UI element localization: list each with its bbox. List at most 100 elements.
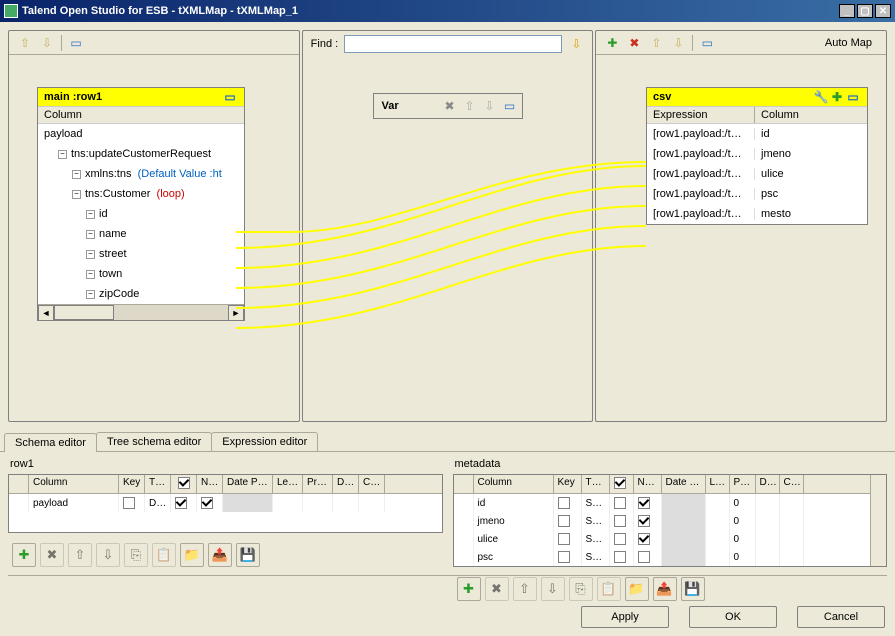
column-header: Column <box>755 107 867 123</box>
tree-node-zipcode: −zipCode <box>38 284 244 304</box>
scroll-thumb[interactable] <box>54 305 114 320</box>
schema-row: pscS…0 <box>454 548 871 566</box>
var-box: Var ✖ ⇧ ⇩ ▭ <box>373 93 523 119</box>
csv-row: [row1.payload:/t…ulice <box>647 164 867 184</box>
output-down-icon[interactable]: ⇩ <box>670 35 686 51</box>
tab-expression-editor[interactable]: Expression editor <box>211 432 318 451</box>
cancel-button[interactable]: Cancel <box>797 606 885 628</box>
save-button[interactable]: 💾 <box>681 577 705 601</box>
paste-button[interactable]: 📋 <box>152 543 176 567</box>
output-panel: ✚ ✖ ⇧ ⇩ ▭ Auto Map csv 🔧 ✚ ▭ Expression … <box>595 30 887 422</box>
schema-row: jmenoS…0 <box>454 512 871 530</box>
add-row-button[interactable]: ✚ <box>457 577 481 601</box>
save-button[interactable]: 💾 <box>236 543 260 567</box>
row-down-button[interactable]: ⇩ <box>96 543 120 567</box>
schema-row: payload D… <box>9 494 442 512</box>
collapse-icon[interactable]: − <box>86 290 95 299</box>
metadata-grid[interactable]: Column Key T… N… Date … L… P… D… C… idS…… <box>453 474 888 567</box>
column-header: Column <box>38 106 244 124</box>
auto-map-button[interactable]: Auto Map <box>819 35 878 51</box>
tree-node-customer: −tns:Customer (loop) <box>38 184 244 204</box>
add-row-button[interactable]: ✚ <box>12 543 36 567</box>
csv-row: [row1.payload:/t…psc <box>647 184 867 204</box>
collapse-icon[interactable]: − <box>86 250 95 259</box>
output-up-icon[interactable]: ⇧ <box>648 35 664 51</box>
collapse-icon[interactable]: − <box>86 210 95 219</box>
tree-node-street: −street <box>38 244 244 264</box>
row-down-button[interactable]: ⇩ <box>541 577 565 601</box>
row-up-button[interactable]: ⇧ <box>513 577 537 601</box>
var-label: Var <box>378 100 403 112</box>
metadata-title: metadata <box>453 456 888 474</box>
settings-icon[interactable]: 🔧 <box>813 89 829 105</box>
collapse-icon[interactable]: − <box>86 230 95 239</box>
input-tree[interactable]: payload −tns:updateCustomerRequest −xmln… <box>38 124 244 304</box>
titlebar: Talend Open Studio for ESB - tXMLMap - t… <box>0 0 895 22</box>
tree-node-name: −name <box>38 224 244 244</box>
scroll-right-icon[interactable]: ► <box>228 305 244 321</box>
export-button[interactable]: 📤 <box>208 543 232 567</box>
export-button[interactable]: 📤 <box>653 577 677 601</box>
var-panel: Find : ⇩ Var ✖ ⇧ ⇩ ▭ <box>302 30 594 422</box>
remove-output-icon[interactable]: ✖ <box>626 35 642 51</box>
tab-schema-editor[interactable]: Schema editor <box>4 433 97 452</box>
add-column-icon[interactable]: ✚ <box>829 89 845 105</box>
output-minimize-icon[interactable]: ▭ <box>699 35 715 51</box>
apply-button[interactable]: Apply <box>581 606 669 628</box>
schema-row: idS…0 <box>454 494 871 512</box>
row1-grid[interactable]: Column Key T… N… Date P… Le… Pr… D… C… p… <box>8 474 443 533</box>
row1-title: row1 <box>8 456 443 474</box>
main-input-table: main :row1 ▭ Column payload −tns:updateC… <box>37 87 245 321</box>
minimize-panel-icon[interactable]: ▭ <box>68 35 84 51</box>
add-output-icon[interactable]: ✚ <box>604 35 620 51</box>
delete-row-button[interactable]: ✖ <box>40 543 64 567</box>
import-button[interactable]: 📁 <box>625 577 649 601</box>
delete-row-button[interactable]: ✖ <box>485 577 509 601</box>
copy-button[interactable]: ⎘ <box>569 577 593 601</box>
paste-button[interactable]: 📋 <box>597 577 621 601</box>
tab-tree-schema-editor[interactable]: Tree schema editor <box>96 432 212 451</box>
row-up-button[interactable]: ⇧ <box>68 543 92 567</box>
tree-node-payload: payload <box>38 124 244 144</box>
move-up-icon[interactable]: ⇧ <box>17 35 33 51</box>
import-button[interactable]: 📁 <box>180 543 204 567</box>
find-next-icon[interactable]: ⇩ <box>568 36 584 52</box>
window-title: Talend Open Studio for ESB - tXMLMap - t… <box>22 5 839 17</box>
var-down-icon[interactable]: ⇩ <box>482 98 498 114</box>
close-button[interactable]: ✕ <box>875 4 891 18</box>
minimize-table-icon[interactable]: ▭ <box>222 89 238 105</box>
metadata-toolbar: ✚ ✖ ⇧ ⇩ ⎘ 📋 📁 📤 💾 <box>453 573 888 605</box>
csv-row: [row1.payload:/t…jmeno <box>647 144 867 164</box>
move-down-icon[interactable]: ⇩ <box>39 35 55 51</box>
main-header[interactable]: main :row1 ▭ <box>38 88 244 106</box>
scroll-left-icon[interactable]: ◄ <box>38 305 54 321</box>
schema-row: uliceS…0 <box>454 530 871 548</box>
ok-button[interactable]: OK <box>689 606 777 628</box>
collapse-icon[interactable]: − <box>86 270 95 279</box>
csv-minimize-icon[interactable]: ▭ <box>845 89 861 105</box>
horizontal-scrollbar[interactable]: ◄ ► <box>38 304 244 320</box>
csv-header[interactable]: csv 🔧 ✚ ▭ <box>647 88 867 106</box>
vertical-scrollbar[interactable] <box>870 475 886 566</box>
mapping-workspace: ⇧ ⇩ ▭ main :row1 ▭ Column payload −tns:u… <box>0 22 895 430</box>
var-up-icon[interactable]: ⇧ <box>462 98 478 114</box>
find-input[interactable] <box>344 35 562 53</box>
tree-node-xmlns: −xmlns:tns (Default Value :ht <box>38 164 244 184</box>
input-panel: ⇧ ⇩ ▭ main :row1 ▭ Column payload −tns:u… <box>8 30 300 422</box>
collapse-icon[interactable]: − <box>72 190 81 199</box>
schema-editor-area: row1 Column Key T… N… Date P… Le… Pr… D…… <box>0 451 895 575</box>
csv-column-headers: Expression Column <box>647 106 867 124</box>
csv-output-table: csv 🔧 ✚ ▭ Expression Column [row1.payloa… <box>646 87 868 225</box>
editor-tabs: Schema editor Tree schema editor Express… <box>0 432 895 451</box>
csv-row: [row1.payload:/t…mesto <box>647 204 867 224</box>
maximize-button[interactable]: ▢ <box>857 4 873 18</box>
find-label: Find : <box>311 38 339 50</box>
minimize-button[interactable]: _ <box>839 4 855 18</box>
csv-rows[interactable]: [row1.payload:/t…id [row1.payload:/t…jme… <box>647 124 867 224</box>
var-minimize-icon[interactable]: ▭ <box>502 98 518 114</box>
collapse-icon[interactable]: − <box>58 150 67 159</box>
row1-toolbar: ✚ ✖ ⇧ ⇩ ⎘ 📋 📁 📤 💾 <box>8 539 443 571</box>
copy-button[interactable]: ⎘ <box>124 543 148 567</box>
remove-var-icon[interactable]: ✖ <box>442 98 458 114</box>
collapse-icon[interactable]: − <box>72 170 81 179</box>
